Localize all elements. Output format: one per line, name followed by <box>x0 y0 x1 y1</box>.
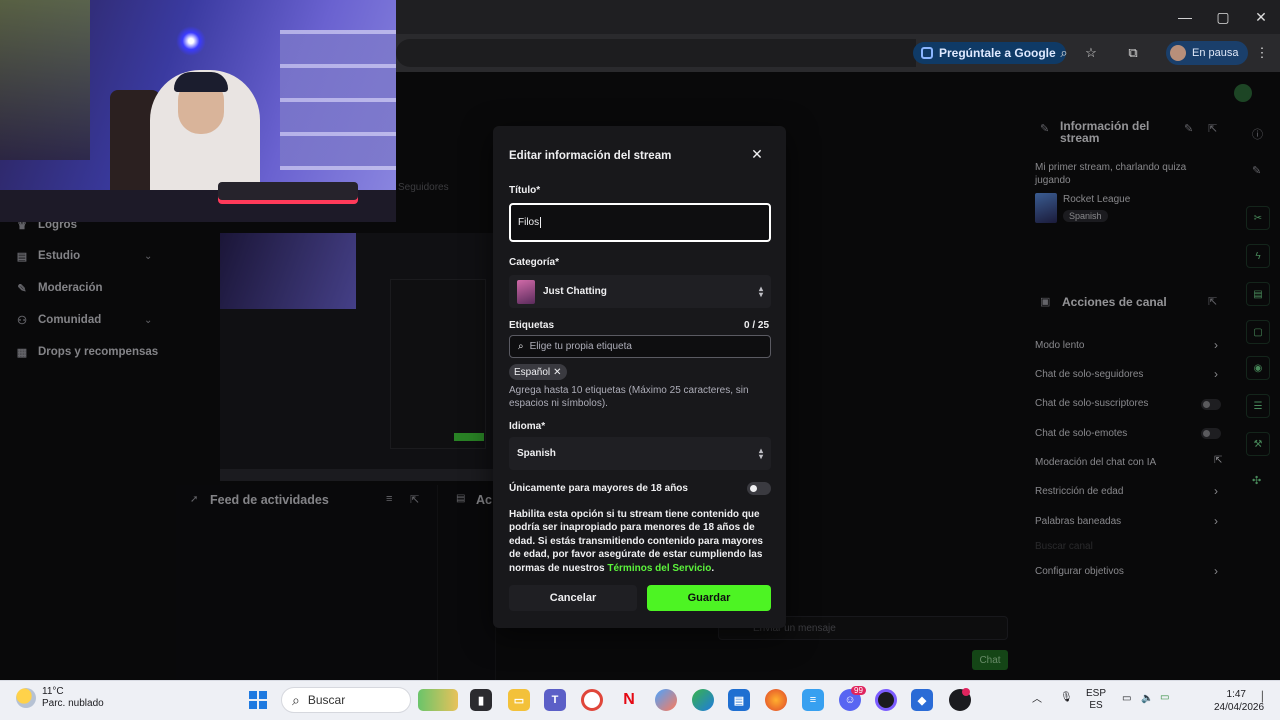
category-value: Just Chatting <box>543 286 607 297</box>
close-icon[interactable]: ✕ <box>749 146 765 162</box>
stream-title-input[interactable]: Filos <box>509 203 771 242</box>
language-select[interactable]: Spanish ▴ ▾ <box>509 437 771 470</box>
windows-start-icon[interactable] <box>249 691 267 709</box>
weather-temp: 11°C <box>42 686 64 697</box>
tray-chevron-up-icon[interactable]: ︿ <box>1032 694 1042 706</box>
bookmark-star-icon[interactable]: ☆ <box>1081 43 1101 63</box>
search-icon[interactable]: ⌕ <box>1054 43 1074 63</box>
network-icon[interactable]: ▭ <box>1122 693 1131 705</box>
mature-label: Únicamente para mayores de 18 años <box>509 483 688 494</box>
webcam-shelf <box>280 30 396 170</box>
maximize-icon[interactable]: ▢ <box>1204 0 1242 34</box>
weather-desc: Parc. nublado <box>42 698 104 709</box>
tags-label: Etiquetas <box>509 320 555 331</box>
weather-icon <box>16 688 36 708</box>
store-icon[interactable]: ▤ <box>728 689 750 711</box>
tags-count: 0 / 25 <box>744 320 770 331</box>
language-value: Spanish <box>517 448 556 459</box>
lang-bottom: ES <box>1089 700 1103 711</box>
modal-title: Editar información del stream <box>509 150 672 162</box>
remove-tag-icon[interactable]: ✕ <box>553 367 561 378</box>
volume-icon[interactable]: 🔈 <box>1141 693 1153 705</box>
notepad-icon[interactable]: ≡ <box>802 689 824 711</box>
webcam-keyboard <box>218 182 358 204</box>
file-explorer-icon[interactable]: ▭ <box>508 689 530 711</box>
search-icon: ⌕ <box>292 691 300 708</box>
select-caret-icon: ▴ ▾ <box>758 445 763 461</box>
tag-chip-label: Español <box>514 366 551 378</box>
language-label: Idioma* <box>509 421 546 432</box>
save-button[interactable]: Guardar <box>647 585 771 611</box>
notification-dot <box>962 688 970 696</box>
shield-app-icon[interactable]: ◆ <box>911 689 933 711</box>
tags-placeholder: Elige tu propia etiqueta <box>529 341 632 352</box>
ask-google-label: Pregúntale a Google <box>939 46 1056 60</box>
profile-status: En pausa <box>1192 47 1239 59</box>
widgets-icon[interactable] <box>418 689 458 711</box>
copilot-icon[interactable] <box>655 689 677 711</box>
battery-icon[interactable]: ▭ <box>1160 692 1169 704</box>
category-select[interactable]: Just Chatting ▴ ▾ <box>509 275 771 308</box>
category-boxart <box>517 279 535 304</box>
category-label: Categoría* <box>509 257 560 268</box>
minimize-icon[interactable]: — <box>1166 0 1204 34</box>
webcam-wall <box>0 0 90 160</box>
extensions-puzzle-icon[interactable]: ⧉ <box>1123 43 1143 63</box>
close-icon[interactable]: ✕ <box>1242 0 1280 34</box>
taskbar-search[interactable]: ⌕ Buscar <box>281 687 411 713</box>
input-language[interactable]: ESP ES <box>1086 688 1106 712</box>
webcam-cap <box>174 72 228 92</box>
system-clock[interactable]: 1:47 24/04/2026 <box>1214 688 1264 714</box>
lang-top: ESP <box>1086 688 1107 699</box>
mature-description: Habilita esta opción si tu stream tiene … <box>509 508 771 575</box>
firefox-icon[interactable] <box>765 689 787 711</box>
webcam-lamp <box>176 26 206 56</box>
menu-kebab-icon[interactable]: ⋮ <box>1252 43 1272 63</box>
terms-of-service-link[interactable]: Términos del Servicio <box>607 563 711 574</box>
weather-widget[interactable]: 11°C Parc. nublado <box>16 686 104 710</box>
mature-content-toggle[interactable] <box>747 482 771 495</box>
teams-icon[interactable]: T <box>544 689 566 711</box>
notifications-icon[interactable]: ▏ <box>1262 692 1272 706</box>
microphone-icon[interactable]: 🎙 <box>1060 692 1073 704</box>
select-caret-icon: ▴ ▾ <box>758 283 763 299</box>
tags-input[interactable]: ⌕ Elige tu propia etiqueta <box>509 335 771 358</box>
clock-date: 24/04/2026 <box>1214 702 1265 713</box>
terms-period: . <box>711 562 715 574</box>
address-bar[interactable] <box>396 39 916 67</box>
profile-button[interactable]: En pausa <box>1166 41 1249 65</box>
netflix-icon[interactable]: N <box>618 689 640 711</box>
avatar <box>1170 45 1186 61</box>
cancel-button[interactable]: Cancelar <box>509 585 637 611</box>
taskbar-search-placeholder: Buscar <box>307 693 346 707</box>
edit-stream-info-modal: Editar información del stream ✕ Título* … <box>493 126 786 628</box>
search-icon: ⌕ <box>518 341 524 352</box>
webcam-overlay <box>0 0 396 222</box>
window-controls: — ▢ ✕ <box>1166 0 1280 34</box>
task-view-icon[interactable]: ▮ <box>470 689 492 711</box>
edge-icon[interactable] <box>692 689 714 711</box>
title-value: Filos <box>518 217 540 228</box>
tag-chip: Español ✕ <box>509 364 567 380</box>
title-label: Título* <box>509 185 541 196</box>
obs-icon[interactable] <box>875 689 897 711</box>
notification-badge: 99 <box>851 686 866 695</box>
clock-time: 1:47 <box>1226 689 1246 700</box>
chrome-icon[interactable] <box>581 689 603 711</box>
tags-help-text: Agrega hasta 10 etiquetas (Máximo 25 car… <box>509 385 749 409</box>
ask-google-button[interactable]: Pregúntale a Google <box>913 42 1066 64</box>
lens-icon <box>921 47 933 59</box>
